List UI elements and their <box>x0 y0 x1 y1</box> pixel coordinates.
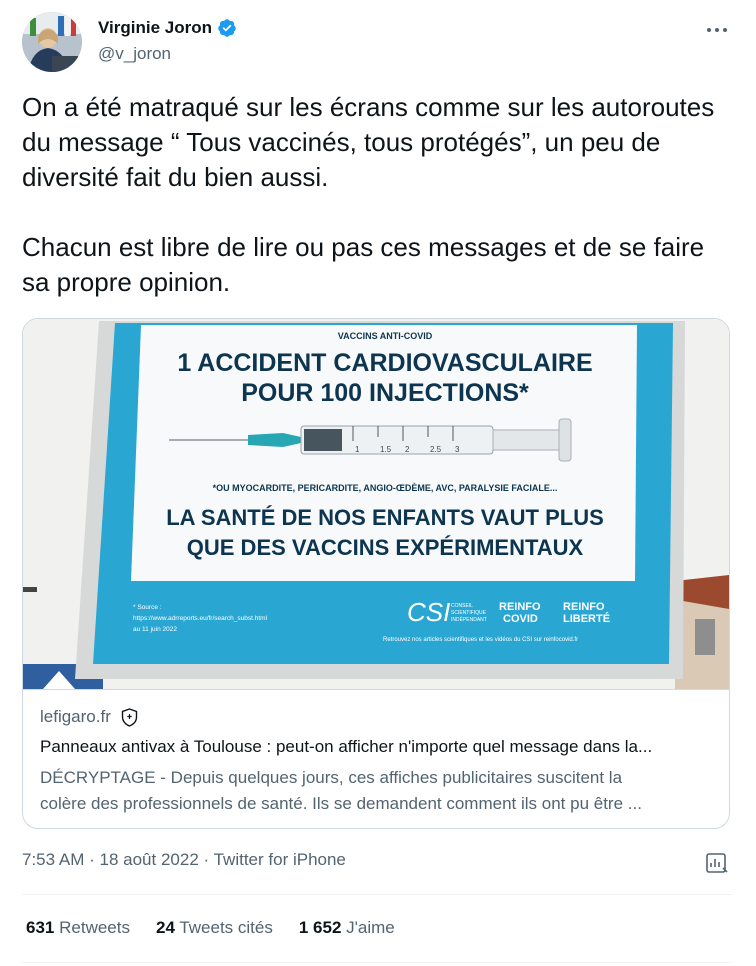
tweet-client[interactable]: Twitter for iPhone <box>214 850 346 869</box>
tweet: Virginie Joron @v_joron On a été matraqu… <box>0 0 756 966</box>
tweet-stats: 631 Retweets 24 Tweets cités 1 652 J'aim… <box>26 918 395 938</box>
quotes-stat[interactable]: 24 Tweets cités <box>156 918 273 938</box>
billboard-slogan: LA SANTÉ DE NOS ENFANTS VAUT PLUS <box>166 505 604 530</box>
reinfo-covid-logo: REINFO <box>499 601 541 613</box>
quotes-label: Tweets cités <box>179 918 273 937</box>
more-options-icon[interactable] <box>702 18 732 42</box>
likes-label: J'aime <box>346 918 395 937</box>
card-divider <box>23 689 729 690</box>
syringe-mark: 2 <box>405 445 410 454</box>
verified-badge-icon <box>218 19 236 37</box>
avatar[interactable] <box>22 12 82 72</box>
author-handle[interactable]: @v_joron <box>98 44 171 64</box>
meta-separator: · <box>89 850 95 869</box>
retweets-label: Retweets <box>59 918 130 937</box>
shield-icon <box>121 707 138 727</box>
link-card[interactable]: VACCINS ANTI-COVID 1 ACCIDENT CARDIOVASC… <box>22 318 730 829</box>
billboard-headline: POUR 100 INJECTIONS* <box>241 379 529 407</box>
likes-count: 1 652 <box>298 918 342 937</box>
reinfo-liberte-logo: REINFO <box>563 601 605 613</box>
billboard-source: * Source : <box>133 604 162 611</box>
billboard-bottom-line: Retrouvez nos articles scientifiques et … <box>383 637 578 643</box>
card-domain: lefigaro.fr <box>40 707 111 726</box>
tweet-date[interactable]: 18 août 2022 <box>100 850 199 869</box>
billboard-headline: 1 ACCIDENT CARDIOVASCULAIRE <box>177 349 592 377</box>
reinfo-liberte-logo: LIBERTÉ <box>563 612 610 625</box>
likes-stat[interactable]: 1 652 J'aime <box>299 918 395 938</box>
csi-caption: SCIENTIFIQUE <box>451 610 487 616</box>
card-description-line: DÉCRYPTAGE - Depuis quelques jours, ces … <box>40 768 623 787</box>
syringe-mark: 2.5 <box>430 445 442 454</box>
quotes-count: 24 <box>155 918 175 937</box>
csi-caption: CONSEIL <box>451 603 473 609</box>
tweet-text: On a été matraqué sur les écrans comme s… <box>22 90 737 300</box>
card-title[interactable]: Panneaux antivax à Toulouse : peut-on af… <box>40 737 720 757</box>
billboard-footnote: *OU MYOCARDITE, PERICARDITE, ANGIO-ŒDÈME… <box>213 483 558 493</box>
syringe-mark: 1.5 <box>380 445 392 454</box>
billboard-source: https://www.adrreports.eu/fr/search_subs… <box>133 615 268 622</box>
card-image[interactable]: VACCINS ANTI-COVID 1 ACCIDENT CARDIOVASC… <box>23 319 729 689</box>
csi-logo: CSI <box>407 597 450 627</box>
tweet-meta: 7:53 AM · 18 août 2022 · Twitter for iPh… <box>22 850 346 870</box>
tweet-time[interactable]: 7:53 AM <box>22 850 84 869</box>
syringe-mark: 3 <box>455 445 460 454</box>
tweet-paragraph: On a été matraqué sur les écrans comme s… <box>22 92 715 192</box>
author-name[interactable]: Virginie Joron <box>98 18 212 38</box>
syringe-mark: 1 <box>355 445 360 454</box>
divider <box>22 962 732 963</box>
card-description-line: colère des professionnels de santé. Ils … <box>40 794 642 813</box>
meta-separator: · <box>203 850 210 869</box>
card-domain-row: lefigaro.fr <box>40 707 138 727</box>
billboard-source: au 11 juin 2022 <box>133 626 177 633</box>
tweet-paragraph: Chacun est libre de lire ou pas ces mess… <box>22 232 705 297</box>
retweets-count: 631 <box>26 918 55 937</box>
card-description: DÉCRYPTAGE - Depuis quelques jours, ces … <box>40 765 720 817</box>
csi-caption: INDÉPENDANT <box>451 616 487 623</box>
analytics-icon[interactable] <box>704 850 730 876</box>
divider <box>22 894 732 895</box>
avatar-photo <box>22 12 82 72</box>
reinfo-covid-logo: COVID <box>503 613 538 625</box>
author-name-row[interactable]: Virginie Joron <box>98 18 237 38</box>
billboard-kicker: VACCINS ANTI-COVID <box>338 331 433 341</box>
billboard-slogan: QUE DES VACCINS EXPÉRIMENTAUX <box>187 535 584 560</box>
retweets-stat[interactable]: 631 Retweets <box>26 918 130 938</box>
